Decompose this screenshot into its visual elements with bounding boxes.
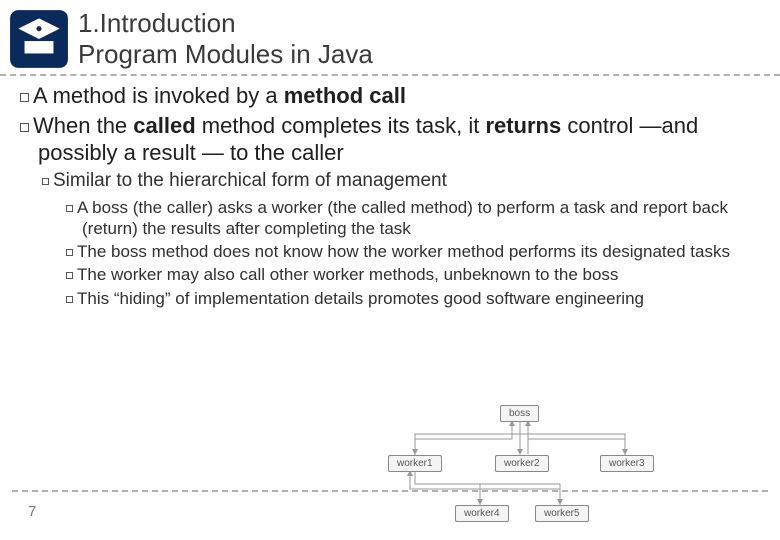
diagram-node-worker5: worker5 xyxy=(535,505,589,522)
university-logo xyxy=(8,8,70,70)
bullet-level3: The boss method does not know how the wo… xyxy=(66,241,764,262)
slide-content: A method is invoked by a method call Whe… xyxy=(0,76,780,309)
bullet-level3: This “hiding” of implementation details … xyxy=(66,288,764,309)
square-bullet-icon xyxy=(66,272,73,279)
bullet-level1: A method is invoked by a method call xyxy=(20,82,764,110)
slide-title-line1: 1.Introduction xyxy=(78,8,772,39)
slide-header: 1.Introduction Program Modules in Java xyxy=(0,0,780,76)
title-block: 1.Introduction Program Modules in Java xyxy=(78,8,772,70)
hierarchy-diagram: boss worker1 worker2 worker3 worker4 wor… xyxy=(370,399,670,534)
diagram-node-worker3: worker3 xyxy=(600,455,654,472)
square-bullet-icon xyxy=(66,205,73,212)
diagram-node-boss: boss xyxy=(500,405,539,422)
square-bullet-icon xyxy=(42,178,49,185)
bullet-level2: Similar to the hierarchical form of mana… xyxy=(42,169,764,193)
diagram-node-worker1: worker1 xyxy=(388,455,442,472)
diagram-node-worker4: worker4 xyxy=(455,505,509,522)
bullet-text: When the called method completes its tas… xyxy=(33,113,698,166)
bullet-text: A method is invoked by a method call xyxy=(33,83,406,108)
slide-title-line2: Program Modules in Java xyxy=(78,39,772,70)
square-bullet-icon xyxy=(66,249,73,256)
page-number: 7 xyxy=(28,503,36,520)
square-bullet-icon xyxy=(20,93,29,102)
diagram-node-worker2: worker2 xyxy=(495,455,549,472)
bullet-level3: A boss (the caller) asks a worker (the c… xyxy=(66,197,764,240)
bullet-level3: The worker may also call other worker me… xyxy=(66,264,764,285)
bullet-text: This “hiding” of implementation details … xyxy=(77,289,644,308)
bullet-level1: When the called method completes its tas… xyxy=(20,112,764,167)
square-bullet-icon xyxy=(20,123,29,132)
bullet-text: The worker may also call other worker me… xyxy=(77,265,618,284)
bullet-text: Similar to the hierarchical form of mana… xyxy=(53,170,447,191)
bullet-text: The boss method does not know how the wo… xyxy=(77,242,730,261)
bullet-text: A boss (the caller) asks a worker (the c… xyxy=(77,198,728,238)
square-bullet-icon xyxy=(66,296,73,303)
